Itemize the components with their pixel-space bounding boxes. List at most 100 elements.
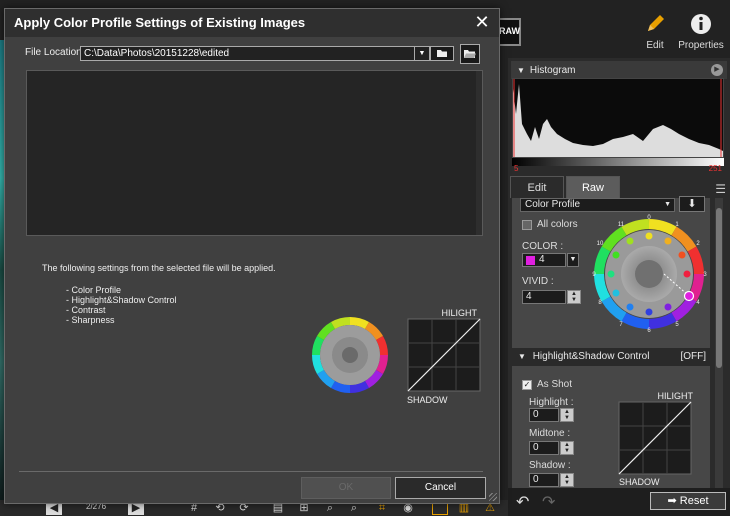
curve-shadow-label: SHADOW <box>619 477 660 486</box>
collapse-triangle-icon: ▼ <box>518 352 526 361</box>
reset-button[interactable]: ➡ Reset <box>650 492 726 510</box>
shadow-stepper[interactable]: ▲ ▼ <box>560 473 574 487</box>
arrow-right-icon: ➡ <box>667 495 680 507</box>
wheel-number: 10 <box>597 241 604 247</box>
dialog-divider <box>19 471 483 472</box>
info-text: The following settings from the selected… <box>42 263 276 273</box>
all-colors-checkbox[interactable] <box>522 220 532 230</box>
cancel-button[interactable]: Cancel <box>395 477 486 499</box>
redo-icon[interactable]: ↷ <box>542 492 555 512</box>
file-location-label: File Location: <box>25 47 85 58</box>
highlight-shadow-header[interactable]: ▼ Highlight&Shadow Control [OFF] <box>512 348 710 366</box>
midtone-stepper[interactable]: ▲ ▼ <box>560 441 574 455</box>
download-icon[interactable]: ⬇ <box>679 196 705 212</box>
histogram-graph <box>512 78 724 158</box>
highlight-input[interactable]: 0 ▲ ▼ <box>529 408 574 422</box>
list-item: - Highlight&Shadow Control <box>66 295 177 305</box>
tab-raw[interactable]: Raw <box>566 176 620 198</box>
list-item: - Sharpness <box>66 315 115 325</box>
chevron-down-icon[interactable]: ▼ <box>567 253 579 267</box>
raw-panel: Color Profile ▼ ⬇ All colors COLOR : 4 ▼… <box>512 196 710 490</box>
top-toolbar: Edit Properties <box>630 12 730 57</box>
dialog-curve-shadow: SHADOW <box>407 395 448 405</box>
wheel-number: 1 <box>675 222 679 228</box>
color-profile-value: Color Profile <box>525 199 581 210</box>
pencil-icon <box>630 12 680 36</box>
close-icon[interactable]: ✕ <box>473 12 491 32</box>
settings-list: - Color Profile - Highlight&Shadow Contr… <box>66 285 177 325</box>
color-wheel-preview <box>311 316 389 394</box>
as-shot-label: As Shot <box>537 379 573 390</box>
wheel-number: 11 <box>618 222 625 228</box>
list-item: - Contrast <box>66 305 106 315</box>
chevron-down-icon[interactable]: ▼ <box>414 46 430 61</box>
as-shot-checkbox[interactable]: ✓ <box>522 380 532 390</box>
vivid-value: 4 <box>526 291 532 302</box>
color-swatch <box>526 256 535 265</box>
check-icon: ✓ <box>523 380 531 389</box>
wheel-number: 3 <box>703 272 707 278</box>
color-wheel[interactable]: 0 1 2 3 4 5 6 7 8 9 10 11 <box>592 212 707 332</box>
edit-tool[interactable]: Edit <box>630 12 680 51</box>
color-value: 4 <box>539 254 545 265</box>
tab-edit[interactable]: Edit <box>510 176 564 198</box>
highlight-label: Highlight : <box>529 397 574 408</box>
right-panel-scrollbar[interactable] <box>715 198 723 488</box>
resize-grip[interactable] <box>489 493 497 501</box>
histogram-max: 251 <box>708 164 722 173</box>
shadow-label: Shadow : <box>529 460 571 471</box>
panel-menu-icon[interactable]: ☰ <box>715 182 726 196</box>
tone-curve-preview: HILIGHT SHADOW <box>407 308 481 405</box>
midtone-label: Midtone : <box>529 428 571 439</box>
ok-button[interactable]: OK <box>301 477 391 499</box>
file-list[interactable] <box>26 70 483 236</box>
reset-label: Reset <box>679 495 709 507</box>
dialog-title-bar[interactable]: Apply Color Profile Settings of Existing… <box>5 9 499 37</box>
wheel-number: 7 <box>619 322 623 328</box>
color-profile-select[interactable]: Color Profile ▼ <box>520 198 675 212</box>
tone-curve[interactable]: HILIGHT SHADOW <box>617 390 697 486</box>
raw-badge: RAW <box>499 26 520 36</box>
file-location-input[interactable]: C:\Data\Photos\20151228\edited <box>80 46 416 61</box>
histogram-header[interactable]: ▼ Histogram ▶ <box>511 61 727 79</box>
properties-tool[interactable]: Properties <box>676 12 726 51</box>
collapse-triangle-icon: ▼ <box>517 65 525 75</box>
vivid-input[interactable]: 4 ▲ ▼ <box>522 290 581 304</box>
curve-hilight-label: HILIGHT <box>657 391 693 401</box>
chevron-down-icon: ▼ <box>664 201 671 208</box>
edit-tool-label: Edit <box>646 40 664 51</box>
bottom-right-bar: ↶ ↷ ➡ Reset <box>508 488 730 516</box>
highlight-shadow-state: [OFF] <box>680 351 706 362</box>
all-colors-label: All colors <box>537 219 578 230</box>
color-label: COLOR : <box>522 241 564 252</box>
wheel-number: 2 <box>696 241 700 247</box>
browse-folder-icon[interactable] <box>460 44 480 64</box>
wheel-number: 5 <box>675 322 679 328</box>
folder-icon[interactable] <box>430 46 454 61</box>
play-icon[interactable]: ▶ <box>711 64 723 76</box>
shadow-value: 0 <box>533 474 539 485</box>
list-item: - Color Profile <box>66 285 122 295</box>
midtone-input[interactable]: 0 ▲ ▼ <box>529 441 574 455</box>
highlight-shadow-title: Highlight&Shadow Control <box>532 351 650 362</box>
histogram-min: 5 <box>514 164 519 173</box>
dialog-title: Apply Color Profile Settings of Existing… <box>14 15 306 30</box>
raw-thumbnail[interactable]: RAW <box>497 18 521 46</box>
properties-tool-label: Properties <box>678 40 724 51</box>
highlight-stepper[interactable]: ▲ ▼ <box>560 408 574 422</box>
dialog-curve-hilight: HILIGHT <box>441 308 477 318</box>
color-select[interactable]: 4 ▼ <box>522 253 579 267</box>
apply-color-profile-dialog: Apply Color Profile Settings of Existing… <box>4 8 500 504</box>
vivid-label: VIVID : <box>522 276 554 287</box>
undo-icon[interactable]: ↶ <box>516 492 529 512</box>
midtone-value: 0 <box>533 442 539 453</box>
shadow-input[interactable]: 0 ▲ ▼ <box>529 473 574 487</box>
right-panel: ▼ Histogram ▶ 5 251 Edit Raw ☰ Color Pro… <box>508 58 730 490</box>
info-icon <box>676 12 726 36</box>
wheel-number: 4 <box>696 300 700 306</box>
highlight-value: 0 <box>533 409 539 420</box>
vivid-stepper[interactable]: ▲ ▼ <box>567 290 581 304</box>
histogram-range: 5 251 <box>514 164 724 173</box>
file-list-scrollbar[interactable] <box>476 71 482 235</box>
histogram-title: Histogram <box>529 64 576 76</box>
